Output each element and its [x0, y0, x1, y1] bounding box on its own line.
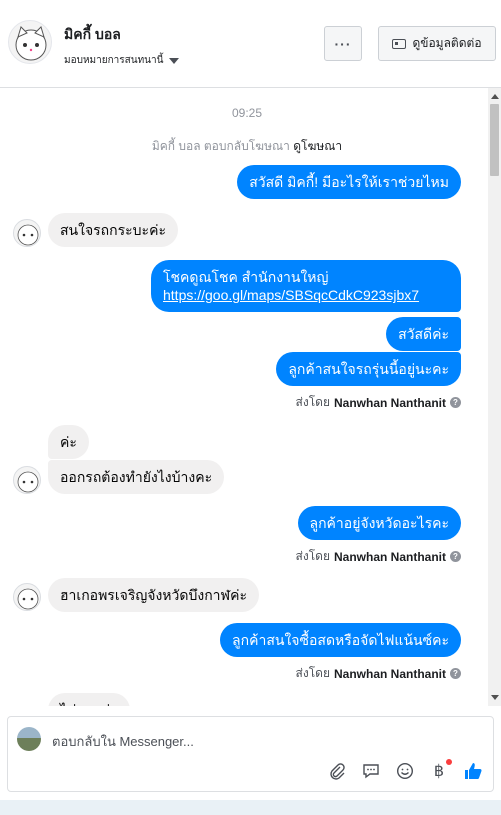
paperclip-icon[interactable] — [327, 761, 347, 781]
composer-toolbar: ฿ — [327, 759, 483, 781]
contact-name: มิคกี้ บอล — [64, 26, 121, 42]
footer-strip — [0, 800, 501, 815]
sent-by-prefix: ส่งโดย — [295, 395, 330, 409]
timestamp: 09:25 — [231, 106, 263, 120]
message-incoming: สนใจรถกระบะค่ะ — [48, 213, 178, 247]
scroll-up-arrow-icon[interactable] — [491, 94, 499, 99]
smile-icon[interactable] — [395, 761, 415, 781]
message-outgoing: ลูกค้าอยู่จังหวัดอะไรคะ — [297, 506, 461, 540]
notification-dot — [446, 759, 452, 765]
scroll-down-arrow-icon[interactable] — [491, 695, 499, 700]
message-thread[interactable]: 09:25 มิคกี้ บอล ตอบกลับโฆษณา ดูโฆษณา สว… — [0, 88, 501, 706]
message-outgoing-location: โชคดูณโชค สำนักงานใหญ่ https://goo.gl/ma… — [151, 260, 461, 312]
chat-bubble-icon[interactable] — [361, 761, 381, 781]
conversation-header: มิคกี้ บอล มอบหมายการสนทนานี้ ··· ดูข้อม… — [0, 0, 501, 88]
caret-down-icon — [169, 57, 180, 64]
thumbs-up-icon[interactable] — [463, 761, 483, 781]
message-incoming: ออกรถต้องทำยังไงบ้างคะ — [48, 460, 225, 494]
sender-name: Nanwhan Nanthanit — [333, 395, 446, 410]
contact-card-icon — [392, 38, 407, 49]
assign-conversation-dropdown[interactable]: มอบหมายการสนทนานี้ — [64, 53, 180, 68]
scroll-thumb[interactable] — [490, 104, 499, 176]
contact-avatar-small — [13, 466, 41, 494]
ad-reply-notice: มิคกี้ บอล ตอบกลับโฆษณา ดูโฆษณา — [0, 137, 494, 156]
message-outgoing: สวัสดีค่ะ — [386, 317, 461, 351]
page-avatar — [17, 727, 41, 751]
assign-label: มอบหมายการสนทนานี้ — [64, 55, 164, 66]
message-incoming-partial: ไม่มากจ่ะ — [48, 693, 130, 706]
message-outgoing: สวัสดี มิคกี้! มีอะไรให้เราช่วยไหม — [237, 165, 461, 199]
view-contact-button[interactable]: ดูข้อมูลติดต่อ — [378, 26, 496, 61]
sender-name: Nanwhan Nanthanit — [333, 666, 446, 681]
more-options-button[interactable]: ··· — [324, 26, 362, 61]
sent-by-label: ส่งโดย Nanwhan Nanthanit ? — [296, 547, 461, 566]
map-link[interactable]: https://goo.gl/maps/SBSqcCdkC923sjbx7 — [163, 287, 419, 303]
help-icon[interactable]: ? — [450, 668, 461, 679]
contact-avatar[interactable] — [8, 20, 52, 64]
baht-icon[interactable]: ฿ — [429, 759, 452, 781]
sent-by-prefix: ส่งโดย — [295, 549, 330, 563]
view-contact-label: ดูข้อมูลติดต่อ — [412, 36, 482, 50]
contact-avatar-small — [13, 219, 41, 247]
thread-scrollbar[interactable] — [488, 88, 501, 706]
sender-name: Nanwhan Nanthanit — [333, 549, 446, 564]
contact-avatar-small — [13, 583, 41, 611]
message-incoming: ฮาเกอพรเจริญจังหวัดบึงกาฬค่ะ — [48, 578, 259, 612]
sent-by-prefix: ส่งโดย — [295, 666, 330, 680]
message-outgoing: ลูกค้าสนใจรถรุ่นนี้อยู่นะคะ — [276, 352, 461, 386]
location-title: โชคดูณโชค สำนักงานใหญ่ — [163, 269, 329, 285]
more-dots-icon: ··· — [334, 35, 352, 52]
ad-reply-text: มิคกี้ บอล ตอบกลับโฆษณา — [151, 139, 290, 153]
reply-composer: ฿ — [7, 716, 494, 792]
help-icon[interactable]: ? — [450, 397, 461, 408]
reply-input[interactable] — [52, 731, 472, 751]
message-incoming: ค่ะ — [48, 425, 89, 459]
sent-by-label: ส่งโดย Nanwhan Nanthanit ? — [296, 664, 461, 683]
message-outgoing: ลูกค้าสนใจซื้อสดหรือจัดไฟแน้นซ์คะ — [220, 623, 461, 657]
sent-by-label: ส่งโดย Nanwhan Nanthanit ? — [296, 393, 461, 412]
help-icon[interactable]: ? — [450, 551, 461, 562]
view-ad-link[interactable]: ดูโฆษณา — [293, 139, 342, 153]
